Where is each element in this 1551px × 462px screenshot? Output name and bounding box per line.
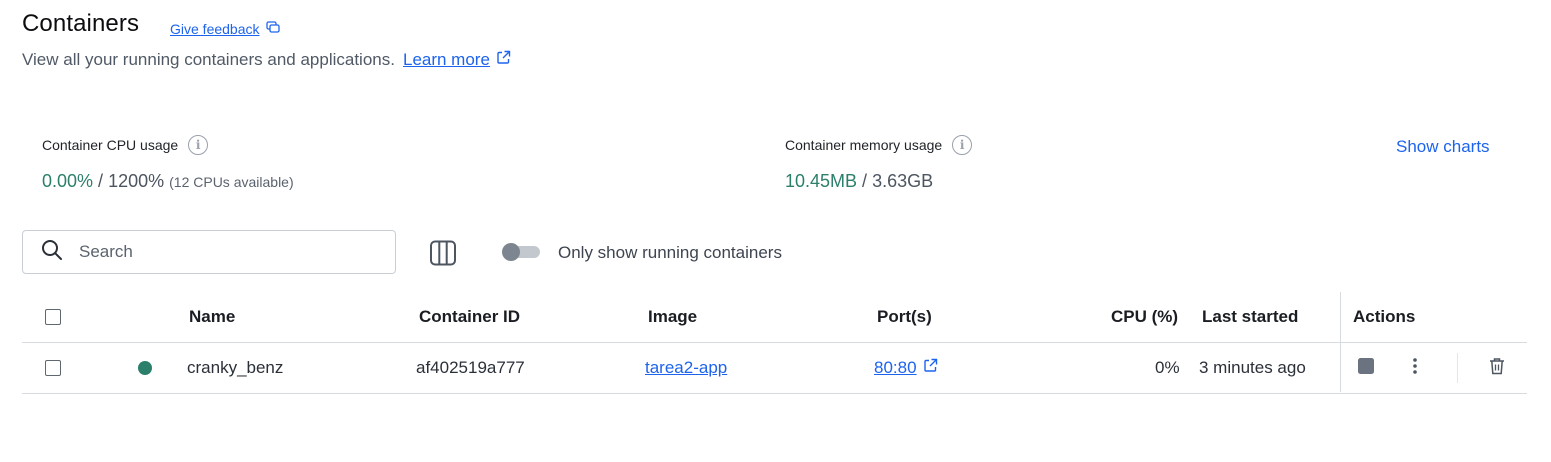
select-all-checkbox[interactable]	[45, 309, 61, 325]
columns-icon[interactable]	[429, 240, 457, 266]
cpu-value: 0%	[1155, 358, 1180, 377]
info-icon[interactable]: i	[952, 135, 973, 155]
last-started-value: 3 minutes ago	[1199, 358, 1306, 377]
cpu-usage-label: Container CPU usage i	[42, 135, 209, 155]
cpu-separator: /	[98, 171, 104, 191]
actions-divider	[1457, 353, 1458, 383]
delete-button[interactable]	[1486, 343, 1508, 393]
memory-separator: /	[862, 171, 868, 191]
vertical-dots-icon	[1412, 357, 1418, 380]
toggle-knob	[502, 243, 520, 261]
cpu-usage-value: 0.00% / 1200% (12 CPUs available)	[42, 171, 294, 192]
container-name[interactable]: cranky_benz	[187, 343, 283, 393]
cpu-note: (12 CPUs available)	[169, 174, 294, 190]
port-label: 80:80	[874, 358, 917, 377]
memory-usage-label: Container memory usage i	[785, 135, 973, 155]
external-link-icon	[496, 50, 511, 70]
trash-icon	[1489, 357, 1505, 380]
row-checkbox[interactable]	[45, 360, 61, 376]
memory-usage-title: Container memory usage	[785, 137, 943, 153]
cpu-used: 0.00%	[42, 171, 94, 191]
search-input[interactable]	[77, 241, 361, 263]
stop-icon	[1357, 357, 1375, 380]
status-cell	[138, 343, 152, 393]
memory-usage-value: 10.45MB / 3.63GB	[785, 171, 933, 192]
running-only-label: Only show running containers	[558, 243, 782, 262]
table-header: Name Container ID Image Port(s) CPU (%) …	[22, 292, 1527, 343]
feedback-icon	[265, 20, 280, 37]
column-header-image[interactable]: Image	[648, 292, 697, 342]
select-all-cell	[45, 292, 61, 342]
port-link[interactable]: 80:80	[874, 358, 938, 378]
show-charts-button[interactable]: Show charts	[1396, 137, 1490, 157]
container-id: af402519a777	[416, 358, 525, 377]
column-header-ports[interactable]: Port(s)	[877, 292, 932, 342]
learn-more-link[interactable]: Learn more	[403, 50, 511, 70]
stop-button[interactable]	[1355, 343, 1377, 393]
subtitle-text: View all your running containers and app…	[22, 50, 395, 69]
search-box[interactable]	[22, 230, 396, 274]
running-only-toggle[interactable]	[502, 243, 540, 261]
column-header-last-started[interactable]: Last started	[1202, 292, 1298, 342]
ports-cell: 80:80	[874, 343, 938, 393]
memory-total: 3.63GB	[872, 171, 934, 191]
image-cell: tarea2-app	[645, 343, 727, 393]
page-subtitle: View all your running containers and app…	[22, 50, 511, 70]
table-row[interactable]: cranky_benz af402519a777 tarea2-app 80:8…	[22, 343, 1527, 394]
external-link-icon	[923, 358, 938, 378]
running-status-dot	[138, 361, 152, 375]
column-header-name[interactable]: Name	[189, 292, 235, 342]
page-title: Containers	[22, 10, 140, 37]
column-header-container-id[interactable]: Container ID	[419, 292, 520, 342]
give-feedback-label: Give feedback	[170, 20, 260, 37]
more-options-button[interactable]	[1404, 343, 1426, 393]
column-header-cpu[interactable]: CPU (%)	[1111, 292, 1178, 342]
cpu-usage-title: Container CPU usage	[42, 137, 179, 153]
containers-page: Containers Give feedback View all your r…	[0, 0, 1551, 462]
search-icon	[41, 239, 63, 266]
learn-more-label: Learn more	[402, 50, 490, 69]
give-feedback-link[interactable]: Give feedback	[170, 20, 280, 37]
info-icon[interactable]: i	[188, 135, 209, 155]
row-select-cell	[45, 343, 61, 393]
memory-used: 10.45MB	[785, 171, 858, 191]
image-link[interactable]: tarea2-app	[645, 358, 727, 378]
column-header-actions: Actions	[1353, 307, 1416, 326]
cpu-total: 1200%	[108, 171, 165, 191]
containers-table: Name Container ID Image Port(s) CPU (%) …	[22, 292, 1527, 394]
